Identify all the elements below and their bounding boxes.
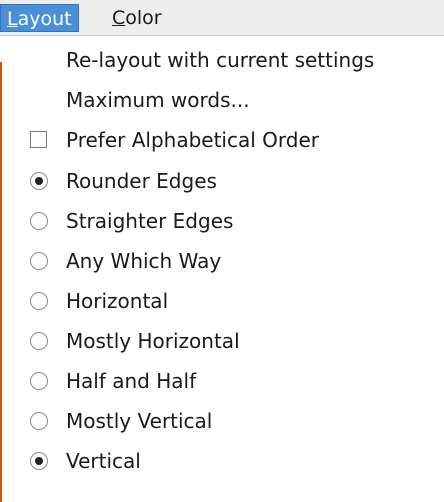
menu-item-label: Straighter Edges	[66, 209, 234, 233]
radio-icon	[30, 212, 48, 230]
menu-color-label: olor	[125, 7, 162, 29]
radio-icon	[30, 412, 48, 430]
menu-item-label: Mostly Vertical	[66, 409, 213, 433]
menu-item-mostly-vertical[interactable]: Mostly Vertical	[16, 401, 444, 441]
menu-item-label: Mostly Horizontal	[66, 329, 240, 353]
window-edge	[0, 62, 2, 502]
radio-selected-icon	[30, 452, 48, 470]
menu-item-half-and-half[interactable]: Half and Half	[16, 361, 444, 401]
menu-layout-mnemonic: L	[7, 8, 18, 30]
menu-layout-label: ayout	[17, 8, 72, 30]
checkbox-icon	[30, 131, 47, 148]
menu-item-any-which-way[interactable]: Any Which Way	[16, 241, 444, 281]
menu-item-mostly-horizontal[interactable]: Mostly Horizontal	[16, 321, 444, 361]
radio-selected-icon	[30, 172, 48, 190]
radio-icon	[30, 372, 48, 390]
menu-item-relayout[interactable]: Re-layout with current settings	[16, 40, 444, 80]
app-window: Layout Color Re-layout with current sett…	[0, 0, 444, 502]
menu-item-horizontal[interactable]: Horizontal	[16, 281, 444, 321]
radio-icon	[30, 292, 48, 310]
menu-item-rounder-edges[interactable]: Rounder Edges	[16, 161, 444, 201]
menu-item-label: Re-layout with current settings	[66, 48, 375, 72]
menu-item-label: Horizontal	[66, 289, 169, 313]
menu-item-label: Prefer Alphabetical Order	[66, 128, 319, 152]
menu-item-vertical[interactable]: Vertical	[16, 441, 444, 481]
menu-item-label: Half and Half	[66, 369, 197, 393]
menu-item-maximum-words[interactable]: Maximum words...	[16, 80, 444, 120]
menu-item-label: Maximum words...	[66, 88, 250, 112]
menu-item-label: Vertical	[66, 449, 141, 473]
radio-icon	[30, 332, 48, 350]
radio-icon	[30, 252, 48, 270]
menubar: Layout Color	[0, 0, 444, 36]
menu-item-straighter-edges[interactable]: Straighter Edges	[16, 201, 444, 241]
menu-item-label: Rounder Edges	[66, 169, 217, 193]
menu-item-prefer-alphabetical[interactable]: Prefer Alphabetical Order	[16, 120, 444, 160]
menu-item-label: Any Which Way	[66, 249, 222, 273]
menu-layout[interactable]: Layout	[0, 4, 79, 32]
menu-color[interactable]: Color	[106, 4, 168, 32]
menu-color-mnemonic: C	[112, 7, 126, 29]
layout-dropdown-menu: Re-layout with current settings Maximum …	[16, 36, 444, 502]
